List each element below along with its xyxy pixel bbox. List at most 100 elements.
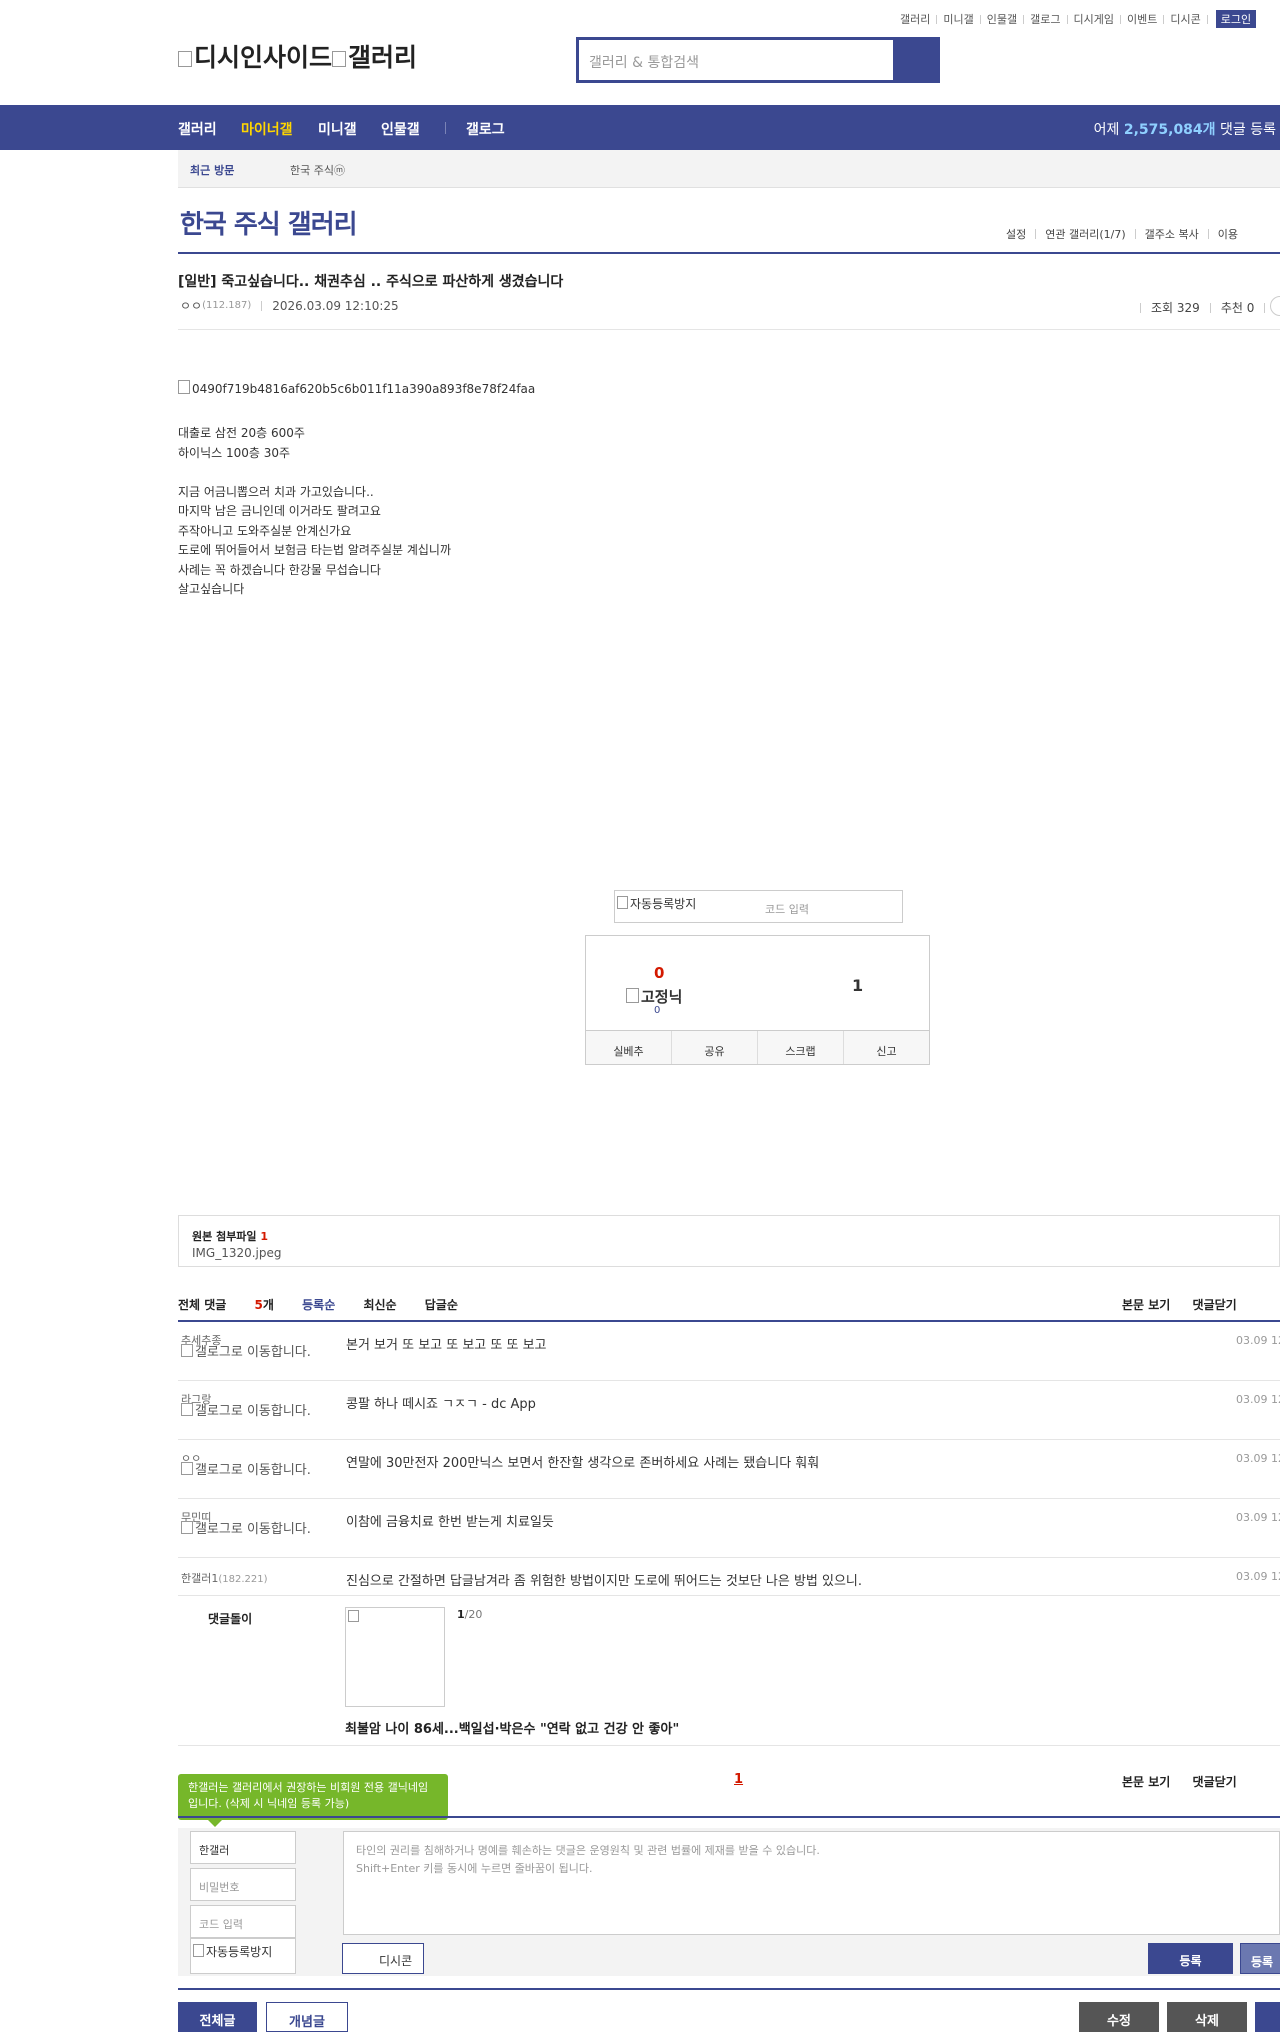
- body-line: 하이닉스 100층 30주: [178, 445, 291, 460]
- body-line: 도로에 뛰어들어서 보험금 타는법 알려주실분 계십니까: [178, 543, 451, 557]
- search-input[interactable]: 갤러리 & 통합검색: [579, 40, 893, 80]
- post-image[interactable]: 0490f719b4816af620b5c6b011f11a390a893f8e…: [178, 380, 535, 396]
- post-author[interactable]: ㅇㅇ: [180, 297, 202, 314]
- gallog-link[interactable]: 갤로그로 이동합니다.: [181, 1344, 311, 1360]
- password-input[interactable]: 비밀번호: [190, 1868, 296, 1901]
- attachment-file-link[interactable]: IMG_1320.jpeg: [192, 1246, 282, 1260]
- login-button[interactable]: 로그인: [1215, 10, 1257, 28]
- comment-unit: 개: [262, 1298, 274, 1312]
- code-input[interactable]: 코드 입력: [190, 1905, 296, 1938]
- nav-gallog[interactable]: 갤로그: [466, 119, 505, 139]
- util-link-game[interactable]: 디시게임: [1074, 11, 1114, 27]
- fixed-nick-alt: 고정닉: [641, 988, 683, 1006]
- sort-by-register[interactable]: 등록순: [302, 1298, 335, 1312]
- attachment-label-text: 원본 첨부파일: [192, 1230, 257, 1243]
- close-comments-link[interactable]: 댓글닫기: [1193, 1775, 1237, 1789]
- edit-button[interactable]: 수정: [1079, 2002, 1159, 2032]
- vote-code-input[interactable]: 코드 입력: [765, 901, 809, 917]
- body-line: 지금 어금니뽑으러 치과 가고있습니다..: [178, 484, 374, 499]
- comment-header-actions: 본문 보기 댓글닫기: [1122, 1296, 1255, 1313]
- comment-textarea[interactable]: 타인의 권리를 침해하거나 명예를 훼손하는 댓글은 운영원칙 및 관련 법률에…: [343, 1831, 1280, 1935]
- post-title: [일반] 죽고싶습니다.. 채권추심 .. 주식으로 파산하게 생겼습니다: [178, 274, 564, 290]
- comment-bot-thumbnail[interactable]: [345, 1607, 445, 1707]
- post-datetime: 2026.03.09 12:10:25: [272, 298, 399, 313]
- view-body-link[interactable]: 본문 보기: [1122, 1298, 1170, 1312]
- gallog-link-alt: 갤로그로 이동합니다.: [195, 1463, 311, 1478]
- post-image-alt: 0490f719b4816af620b5c6b011f11a390a893f8e…: [192, 382, 536, 396]
- fixed-nick-count: 0: [654, 1005, 661, 1016]
- write-button-edge[interactable]: [1255, 2002, 1280, 2032]
- util-link-gallery[interactable]: 갤러리: [900, 11, 930, 27]
- submit-reply-button[interactable]: 등록: [1240, 1943, 1280, 1974]
- comment-date: 03.09 12: [1236, 1511, 1280, 1524]
- fixed-nick-image: 고정닉: [626, 986, 682, 1007]
- bottom-divider: [178, 1988, 1280, 1990]
- site-logo[interactable]: 디시인사이드 갤러리: [178, 38, 417, 74]
- gallog-link[interactable]: 갤로그로 이동합니다.: [181, 1462, 311, 1478]
- body-blank-line: [178, 463, 451, 483]
- gallery-settings-link[interactable]: 설정: [1006, 226, 1026, 242]
- comment-date: 03.09 12: [1236, 1334, 1280, 1347]
- comment-date: 03.09 12: [1236, 1452, 1280, 1465]
- close-comments-link[interactable]: 댓글닫기: [1193, 1298, 1237, 1312]
- post-views: 조회 329: [1151, 301, 1200, 315]
- broken-image-icon: [178, 51, 192, 67]
- comment-notice-1: 타인의 권리를 침해하거나 명예를 훼손하는 댓글은 운영원칙 및 관련 법률에…: [356, 1844, 820, 1857]
- broken-image-icon: [181, 1344, 193, 1357]
- vote-actions: 실베추 공유 스크랩 신고: [586, 1030, 929, 1064]
- gallog-link[interactable]: 갤로그로 이동합니다.: [181, 1403, 311, 1419]
- scrap-button[interactable]: 스크랩: [757, 1031, 843, 1064]
- sort-by-replies[interactable]: 답글순: [425, 1298, 458, 1312]
- submit-comment-button[interactable]: 등록: [1148, 1943, 1233, 1974]
- recent-visit-item[interactable]: 한국 주식ⓜ: [290, 162, 345, 178]
- broken-image-icon: [181, 1521, 193, 1534]
- view-body-link[interactable]: 본문 보기: [1122, 1775, 1170, 1789]
- post-info: ㅇㅇ (112.187) 2026.03.09 12:10:25: [180, 297, 399, 314]
- vote-box: 0 고정닉 0 1 실베추 공유 스크랩 신고: [585, 935, 930, 1065]
- all-posts-button[interactable]: 전체글: [178, 2002, 257, 2032]
- sort-by-latest[interactable]: 최신순: [363, 1298, 396, 1312]
- nick-input[interactable]: 한갤러: [190, 1831, 296, 1864]
- comment-text: 본거 보거 또 보고 또 보고 또 또 보고: [346, 1338, 547, 1353]
- broken-image-icon: [332, 51, 347, 67]
- gallog-link[interactable]: 갤로그로 이동합니다.: [181, 1521, 311, 1537]
- search-box: 갤러리 & 통합검색: [576, 37, 940, 83]
- share-button[interactable]: 공유: [671, 1031, 757, 1064]
- comment-count: 5: [254, 1298, 263, 1312]
- comment-bot-news-link[interactable]: 최불암 나이 86세...백일섭·박은수 "연락 없고 건강 안 좋아": [345, 1718, 679, 1737]
- write-captcha-image: 자동등록방지: [190, 1938, 296, 1974]
- search-button[interactable]: [893, 40, 937, 80]
- usage-link[interactable]: 이용: [1218, 226, 1238, 242]
- util-link-gallog[interactable]: 갤로그: [1030, 11, 1060, 27]
- comment-nick[interactable]: 한갤러1(182.221): [181, 1570, 268, 1586]
- comment-footer-actions: 본문 보기 댓글닫기: [1122, 1773, 1255, 1790]
- broken-image-icon: [193, 1944, 204, 1957]
- gallery-title[interactable]: 한국 주식 갤러리: [180, 204, 358, 241]
- upvote-count[interactable]: 0: [654, 964, 664, 982]
- util-link-minigal[interactable]: 미니갤: [943, 11, 973, 27]
- util-link-dccon[interactable]: 디시콘: [1170, 11, 1200, 27]
- util-link-person[interactable]: 인물갤: [987, 11, 1017, 27]
- copy-gallery-url-link[interactable]: 갤주소 복사: [1145, 226, 1199, 242]
- concept-posts-button[interactable]: 개념글: [266, 2002, 348, 2032]
- body-line: 사례는 꼭 하겠습니다 한강물 무섭습니다: [178, 562, 381, 577]
- nav-minor-gallery[interactable]: 마이너갤: [241, 119, 293, 139]
- broken-image-icon: [626, 988, 639, 1003]
- comment-bot-page-total: /20: [464, 1608, 483, 1621]
- nav-gallery[interactable]: 갤러리: [178, 119, 217, 139]
- post-stats: 조회 329 추천 0: [1130, 299, 1275, 316]
- report-button[interactable]: 신고: [843, 1031, 929, 1064]
- comment-bot-pager: 1/20: [457, 1608, 482, 1621]
- comment-page-1[interactable]: 1: [734, 1772, 743, 1787]
- dccon-button[interactable]: 디시콘: [342, 1943, 424, 1974]
- main-nav: 갤러리 마이너갤 미니갤 인물갤 갤로그 어제 2,575,084개 댓글 등록: [0, 105, 1280, 150]
- nav-person-gallery[interactable]: 인물갤: [381, 119, 420, 139]
- broken-image-icon: [181, 1462, 193, 1475]
- best-recommend-button[interactable]: 실베추: [586, 1031, 671, 1064]
- related-gallery-link[interactable]: 연관 갤러리(1/7): [1045, 226, 1125, 242]
- delete-button[interactable]: 삭제: [1167, 2002, 1247, 2032]
- body-line: 대출로 삼전 20층 600주: [178, 426, 305, 440]
- nav-mini-gallery[interactable]: 미니갤: [318, 119, 357, 139]
- util-link-event[interactable]: 이벤트: [1127, 11, 1157, 27]
- downvote-count[interactable]: 1: [852, 976, 863, 995]
